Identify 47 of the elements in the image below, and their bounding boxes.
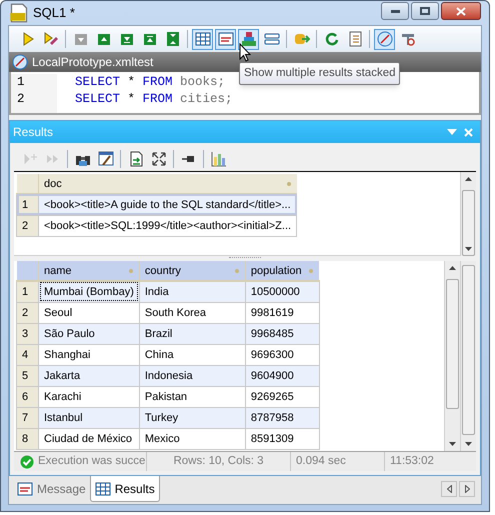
row-number: 2: [16, 302, 38, 324]
row-number: 1: [16, 281, 38, 302]
table-cell: Turkey: [139, 407, 246, 428]
status-rows-cols: Rows: 10, Cols: 3: [173, 454, 264, 470]
row-number: 3: [16, 323, 38, 344]
table-cell: Mumbai (Bombay): [38, 281, 140, 302]
panel-title: Results: [13, 124, 54, 142]
row-number: 8: [16, 428, 38, 450]
table-cell: São Paulo: [38, 323, 140, 344]
table-cell: India: [139, 281, 246, 302]
table-cell: China: [139, 344, 246, 366]
table-cell: Ciudad de México: [38, 428, 140, 450]
table-cell: Shanghai: [38, 344, 140, 366]
status-message: Execution was succe: [38, 454, 146, 470]
line-number: 1: [17, 74, 25, 92]
table-cell: <book><title>SQL:1999</title><author><initial>Z...: [38, 215, 297, 236]
table-cell: 9968485: [245, 323, 320, 344]
row-number: 4: [16, 344, 38, 366]
tooltip: Show multiple results stacked: [239, 62, 400, 86]
row-number: 5: [16, 365, 38, 386]
table-cell: 8591309: [245, 428, 320, 450]
table-cell: 9696300: [245, 344, 320, 366]
row-number: 2: [16, 215, 38, 236]
table-cell: Pakistan: [139, 386, 246, 408]
table-cell: 8787958: [245, 407, 320, 428]
table-cell: Istanbul: [38, 407, 140, 428]
table-cell: 9269265: [245, 386, 320, 408]
table-cell: 10500000: [245, 281, 320, 302]
window-title: SQL1 *: [33, 4, 75, 22]
table-cell: Brazil: [139, 323, 246, 344]
table-cell: Seoul: [38, 302, 140, 324]
code-line: SELECT * FROM books;: [75, 74, 226, 92]
table-cell: 9604900: [245, 365, 320, 386]
table-cell: Jakarta: [38, 365, 140, 386]
table-cell: <book><title>A guide to the SQL standard</title>...: [38, 194, 297, 216]
line-number: 2: [17, 91, 25, 108]
row-number: 6: [16, 386, 38, 408]
row-number: 1: [16, 194, 38, 216]
row-number: 7: [16, 407, 38, 428]
code-line: SELECT * FROM cities;: [75, 91, 233, 108]
table-cell: South Korea: [139, 302, 246, 324]
table-cell: Indonesia: [139, 365, 246, 386]
table-cell: Mexico: [139, 428, 246, 450]
table-cell: Karachi: [38, 386, 140, 408]
table-cell: 9981619: [245, 302, 320, 324]
status-time: 11:53:02: [390, 455, 434, 468]
status-duration: 0.094 sec: [296, 454, 346, 470]
